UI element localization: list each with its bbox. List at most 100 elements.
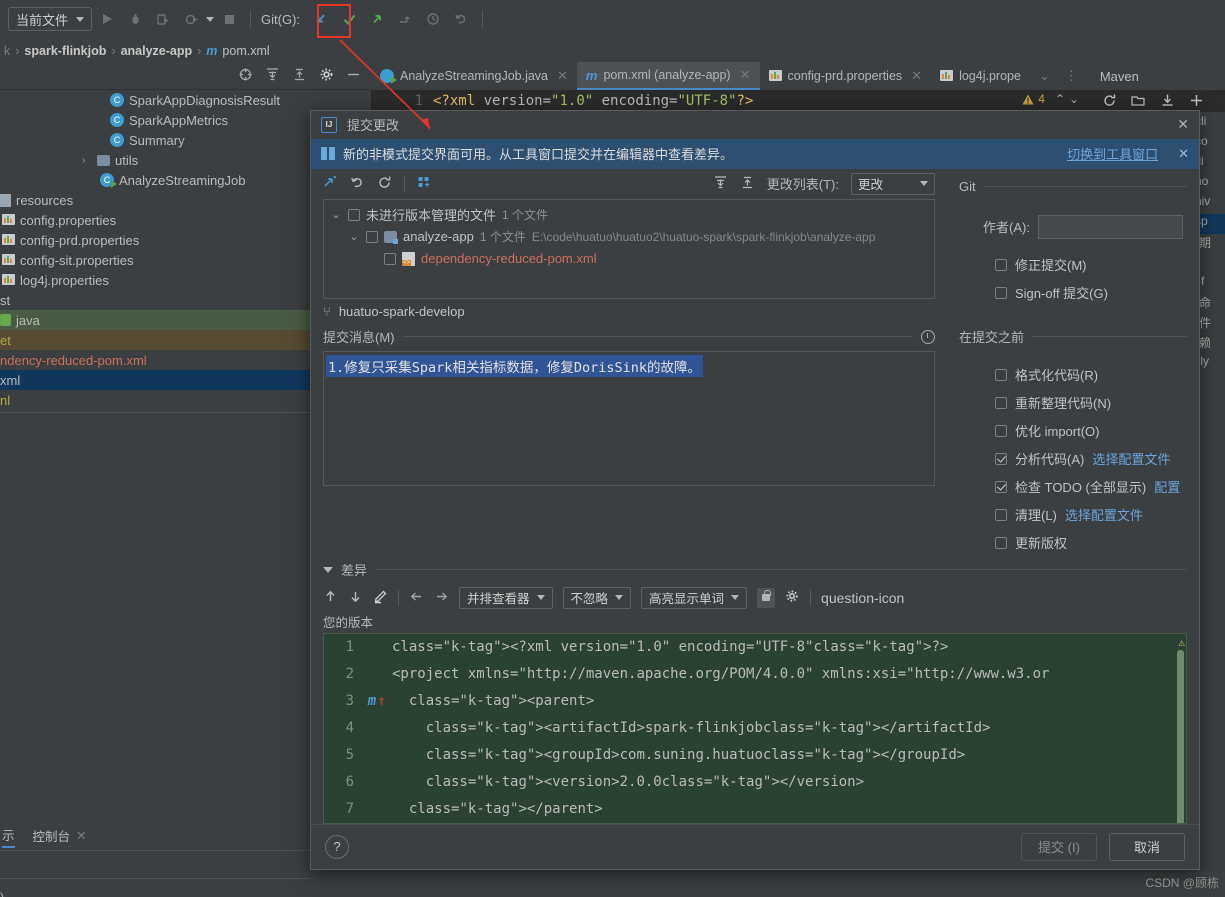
project-tree-item[interactable]: C SparkAppDiagnosisResult xyxy=(0,90,310,110)
before-commit-option-row[interactable]: 重新整理代码(N) xyxy=(955,389,1199,417)
project-tree-item[interactable]: st xyxy=(0,290,310,310)
change-tree-row[interactable]: ⌄ analyze-app 1 个文件 E:\code\huatuo\huatuo2\… xyxy=(324,226,934,248)
collapse-all-icon[interactable] xyxy=(740,175,755,193)
maven-tool-window-title[interactable]: Maven xyxy=(1084,69,1139,84)
git-commit-icon[interactable] xyxy=(336,6,362,32)
diff-code-pane[interactable]: 1 class= "k-tag"><?xml version="1.0" encod… xyxy=(323,632,1187,824)
project-tree[interactable]: C SparkAppDiagnosisResult C SparkAppMetrics… xyxy=(0,90,310,420)
more-vertical-icon[interactable]: ⋮ xyxy=(1059,68,1084,84)
git-update-project-icon[interactable] xyxy=(308,6,334,32)
checkbox[interactable] xyxy=(995,480,1007,493)
editor-code-text[interactable]: <?xml version="1.0" encoding="UTF-8"?> xyxy=(433,93,753,109)
editor-tab[interactable]: AnalyzeStreamingJob.java ✕ xyxy=(371,62,577,90)
scroll-from-source-icon[interactable] xyxy=(238,67,253,85)
checkbox[interactable] xyxy=(995,368,1007,381)
git-option-row[interactable]: 修正提交(M) xyxy=(955,251,1199,279)
tab-active-left[interactable]: 示 xyxy=(2,822,15,848)
expand-all-icon[interactable] xyxy=(265,67,280,85)
git-options-list[interactable]: 修正提交(M) Sign-off 提交(G) xyxy=(955,251,1199,307)
changed-files-tree[interactable]: ⌄ 未进行版本管理的文件 1 个文件 ⌄ analyze-app 1 个文件 E:\code… xyxy=(323,198,935,299)
cancel-button[interactable]: 取消 xyxy=(1109,832,1185,861)
close-icon[interactable]: ✕ xyxy=(1177,116,1189,133)
git-history-icon[interactable] xyxy=(420,6,446,32)
run-icon[interactable] xyxy=(94,6,120,32)
diff-highlight-select[interactable]: 高亮显示单词 xyxy=(641,586,748,609)
project-tree-item[interactable]: et xyxy=(0,330,310,350)
run-configuration-selector[interactable]: 当前文件 xyxy=(8,7,93,31)
project-tree-item[interactable]: log4j.properties xyxy=(0,270,310,290)
project-tree-item[interactable]: config-prd.properties xyxy=(0,230,310,250)
project-tree-item[interactable]: C Summary xyxy=(0,130,310,150)
left-arrow-icon[interactable] xyxy=(409,589,424,607)
refresh-icon[interactable] xyxy=(377,175,392,193)
refresh-icon[interactable] xyxy=(1102,93,1117,111)
diff-section-header[interactable]: 差异 xyxy=(311,557,1199,583)
change-tree-row[interactable]: dependency-reduced-pom.xml xyxy=(324,248,934,270)
stop-icon[interactable] xyxy=(216,6,242,32)
git-rollback-icon[interactable] xyxy=(448,6,474,32)
project-tree-item[interactable]: C AnalyzeStreamingJob xyxy=(0,170,310,190)
breadcrumb-item-1[interactable]: analyze-app xyxy=(121,44,193,58)
close-icon[interactable]: ✕ xyxy=(740,67,751,83)
gear-icon[interactable] xyxy=(785,589,800,607)
lock-icon[interactable] xyxy=(757,587,776,608)
edit-icon[interactable] xyxy=(373,589,388,607)
before-commit-options-list[interactable]: 格式化代码(R) 重新整理代码(N) 优化 import(O) 分析代码(A) 选择配置… xyxy=(955,361,1199,557)
commit-message-input[interactable]: 1.修复只采集Spark相关指标数据，修复DorisSink的故障。 xyxy=(323,350,935,486)
git-option-row[interactable]: Sign-off 提交(G) xyxy=(955,279,1199,307)
change-tree-row[interactable]: ⌄ 未进行版本管理的文件 1 个文件 xyxy=(324,204,934,226)
git-push-icon[interactable] xyxy=(364,6,390,32)
option-link[interactable]: 配置 xyxy=(1154,477,1180,496)
prev-diff-icon[interactable] xyxy=(323,589,338,607)
project-tree-item[interactable]: › utils xyxy=(0,150,310,170)
checkbox[interactable] xyxy=(995,396,1007,409)
chevron-down-icon[interactable]: ⌄ xyxy=(1033,68,1056,84)
gear-icon[interactable] xyxy=(319,67,334,85)
help-button[interactable]: ? xyxy=(325,834,349,859)
author-input[interactable] xyxy=(1037,214,1183,239)
inspection-warning-indicator[interactable]: 4 ⌃ ⌄ xyxy=(1022,92,1079,106)
before-commit-option-row[interactable]: 分析代码(A) 选择配置文件 xyxy=(955,445,1199,473)
show-diff-icon[interactable] xyxy=(323,175,338,193)
checkbox[interactable] xyxy=(995,258,1007,271)
project-tree-item[interactable]: config-sit.properties xyxy=(0,250,310,270)
before-commit-option-row[interactable]: 清理(L) 选择配置文件 xyxy=(955,501,1199,529)
run-with-coverage-icon[interactable] xyxy=(150,6,176,32)
git-rebase-icon[interactable] xyxy=(392,6,418,32)
editor-tab[interactable]: log4j.prope xyxy=(931,62,1030,90)
hide-panel-icon[interactable] xyxy=(346,67,361,85)
breadcrumb-item-0[interactable]: spark-flinkjob xyxy=(24,44,106,58)
checkbox[interactable] xyxy=(995,452,1007,465)
project-tree-item[interactable]: ndency-reduced-pom.xml xyxy=(0,350,310,370)
option-link[interactable]: 选择配置文件 xyxy=(1092,449,1170,468)
prev-problem-icon[interactable]: ⌃ xyxy=(1055,92,1065,106)
debug-icon[interactable] xyxy=(122,6,148,32)
profiler-dropdown-caret-icon[interactable] xyxy=(206,16,215,22)
project-tree-item[interactable]: java xyxy=(0,310,310,330)
diff-viewer-mode-select[interactable]: 并排查看器 xyxy=(459,586,553,609)
tab-console[interactable]: 控制台 ✕ xyxy=(33,826,87,845)
next-problem-icon[interactable]: ⌄ xyxy=(1069,92,1079,106)
change-checkbox[interactable] xyxy=(366,230,378,243)
project-tree-item[interactable]: nl xyxy=(0,390,310,410)
close-icon[interactable]: ✕ xyxy=(76,828,86,843)
group-by-icon[interactable] xyxy=(417,175,432,193)
before-commit-option-row[interactable]: 检查 TODO (全部显示) 配置 xyxy=(955,473,1199,501)
breadcrumb-item-2[interactable]: pom.xml xyxy=(222,44,269,58)
scrollbar-vertical[interactable] xyxy=(1177,649,1184,823)
download-sources-icon[interactable] xyxy=(1160,93,1175,111)
checkbox[interactable] xyxy=(995,424,1007,437)
chevron-down-icon[interactable]: ⌄ xyxy=(330,208,342,221)
project-tree-item[interactable]: xml xyxy=(0,370,310,390)
close-icon[interactable]: ✕ xyxy=(557,68,568,84)
checkbox[interactable] xyxy=(995,286,1007,299)
diff-ignore-select[interactable]: 不忽略 xyxy=(562,586,632,609)
close-icon[interactable]: ✕ xyxy=(911,68,922,84)
option-link[interactable]: 选择配置文件 xyxy=(1065,505,1143,524)
editor-tab[interactable]: config-prd.properties ✕ xyxy=(760,62,932,90)
change-checkbox[interactable] xyxy=(384,252,396,265)
dismiss-notification-icon[interactable]: ✕ xyxy=(1178,146,1189,162)
add-maven-project-icon[interactable] xyxy=(1131,93,1146,111)
profiler-icon[interactable] xyxy=(178,6,204,32)
checkbox[interactable] xyxy=(995,508,1007,521)
